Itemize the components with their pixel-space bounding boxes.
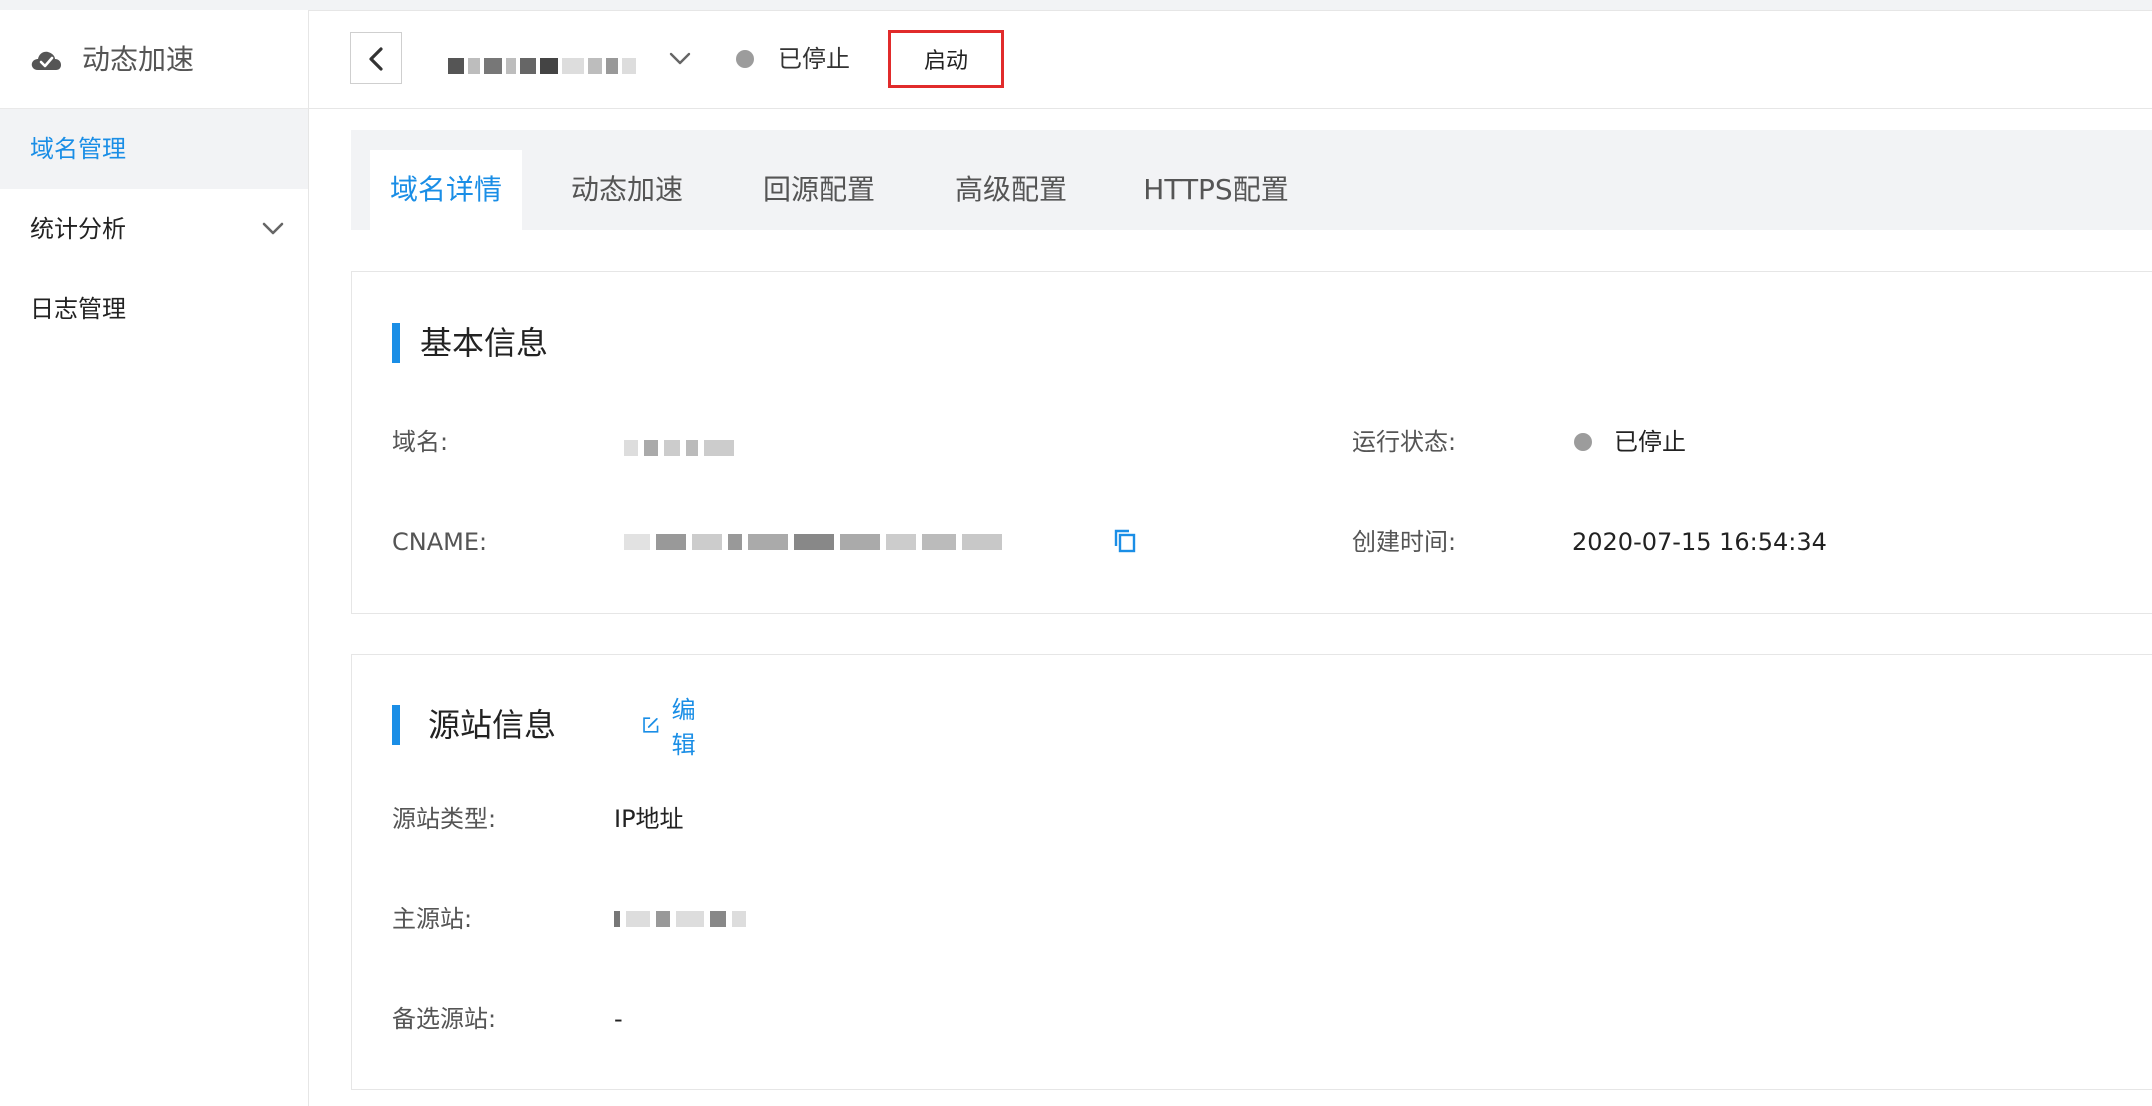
tab-https-config[interactable]: HTTPS配置 [1136, 150, 1296, 230]
primary-origin-label: 主源站: [392, 905, 473, 933]
backup-origin-label: 备选源站: [392, 1005, 497, 1033]
sidebar-title: 动态加速 [82, 43, 195, 76]
chevron-down-icon [262, 222, 284, 235]
cname-value-redacted [624, 534, 1002, 550]
start-button[interactable]: 启动 [888, 30, 1004, 88]
sidebar-item-label: 日志管理 [30, 295, 126, 323]
domain-selector-value-redacted[interactable] [448, 58, 648, 74]
primary-origin-value-redacted [614, 911, 746, 927]
sidebar-item-domain-management[interactable]: 域名管理 [0, 109, 308, 189]
back-button[interactable] [350, 32, 402, 84]
chevron-left-icon [369, 47, 383, 71]
tab-bar: 域名详情 动态加速 回源配置 高级配置 HTTPS配置 [351, 130, 2152, 230]
status-value: 已停止 [1614, 428, 1686, 456]
status-text: 已停止 [778, 45, 850, 73]
tab-domain-details[interactable]: 域名详情 [370, 150, 522, 230]
origin-type-value: IP地址 [614, 805, 684, 833]
cname-label: CNAME: [392, 528, 488, 556]
sidebar: 动态加速 域名管理 统计分析 日志管理 [0, 10, 309, 1106]
card-title-text: 源站信息 [428, 706, 557, 744]
backup-origin-value: - [614, 1005, 623, 1033]
sidebar-item-statistics[interactable]: 统计分析 [0, 189, 308, 269]
created-time-label: 创建时间: [1352, 528, 1457, 556]
status-label: 运行状态: [1352, 428, 1457, 456]
domain-label: 域名: [392, 428, 449, 456]
domain-value-redacted [624, 440, 734, 456]
status-dot [1574, 433, 1592, 451]
tab-advanced-config[interactable]: 高级配置 [946, 150, 1076, 230]
cloud-check-icon [31, 51, 61, 70]
sidebar-header: 动态加速 [0, 10, 308, 109]
status-dot [736, 50, 754, 68]
sidebar-item-log-management[interactable]: 日志管理 [0, 269, 308, 349]
title-accent-bar [392, 705, 400, 745]
chevron-down-icon[interactable] [668, 46, 692, 70]
origin-type-label: 源站类型: [392, 805, 497, 833]
sidebar-item-label: 域名管理 [30, 135, 126, 163]
tab-dynamic-acceleration[interactable]: 动态加速 [562, 150, 692, 230]
edit-label: 编辑 [671, 696, 696, 759]
tab-origin-config[interactable]: 回源配置 [754, 150, 884, 230]
copy-icon[interactable] [1112, 528, 1138, 554]
created-time-value: 2020-07-15 16:54:34 [1572, 528, 1827, 556]
card-title-text: 基本信息 [420, 324, 549, 362]
edit-icon [643, 717, 659, 733]
edit-link[interactable]: 编辑 [642, 696, 704, 759]
page-header: 已停止 启动 [308, 10, 2152, 109]
title-accent-bar [392, 323, 400, 363]
origin-info-card: 源站信息 编辑 源站类型: IP地址 主源站: 备选源站: - [351, 654, 2152, 1090]
basic-info-card: 基本信息 域名: 运行状态: 已停止 CNAME: 创建时间: 2020-07-… [351, 271, 2152, 614]
sidebar-item-label: 统计分析 [30, 215, 126, 243]
